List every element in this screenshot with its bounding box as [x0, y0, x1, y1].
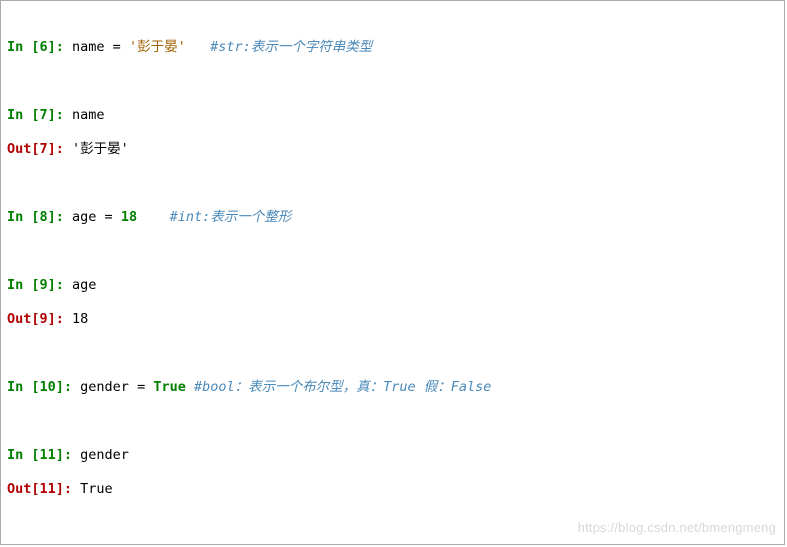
out-value: '彭于晏': [72, 141, 129, 157]
in-prompt: In [8]:: [7, 209, 72, 225]
in-prompt: In [11]:: [7, 447, 80, 463]
blank-line: [7, 243, 778, 260]
ipython-terminal[interactable]: In [6]: name = '彭于晏' #str:表示一个字符串类型 In […: [0, 0, 785, 545]
string-literal: '彭于晏': [129, 39, 186, 55]
out-line-9: Out[9]: 18: [7, 311, 778, 328]
watermark-text: https://blog.csdn.net/bmengmeng: [578, 519, 776, 536]
code: age: [72, 277, 96, 293]
code: name: [72, 107, 105, 123]
in-line-11: In [11]: gender: [7, 447, 778, 464]
bool-literal: True: [153, 379, 186, 395]
out-value: 18: [72, 311, 88, 327]
in-prompt: In [10]:: [7, 379, 80, 395]
blank-line: [7, 175, 778, 192]
code: gender =: [80, 379, 153, 395]
in-line-8: In [8]: age = 18 #int:表示一个整形: [7, 209, 778, 226]
in-prompt: In [7]:: [7, 107, 72, 123]
code: gender: [80, 447, 129, 463]
blank-line: [7, 413, 778, 430]
out-line-7: Out[7]: '彭于晏': [7, 141, 778, 158]
blank-line: [7, 345, 778, 362]
out-line-11: Out[11]: True: [7, 481, 778, 498]
out-prompt: Out[7]:: [7, 141, 72, 157]
out-value: True: [80, 481, 113, 497]
code: age =: [72, 209, 121, 225]
in-line-10: In [10]: gender = True #bool：表示一个布尔型，真：T…: [7, 379, 778, 396]
in-prompt: In [9]:: [7, 277, 72, 293]
comment: #str:表示一个字符串类型: [210, 39, 372, 55]
out-prompt: Out[11]:: [7, 481, 80, 497]
code: name =: [72, 39, 129, 55]
int-literal: 18: [121, 209, 137, 225]
in-prompt: In [6]:: [7, 39, 72, 55]
in-line-6: In [6]: name = '彭于晏' #str:表示一个字符串类型: [7, 39, 778, 56]
in-line-9: In [9]: age: [7, 277, 778, 294]
comment: #bool：表示一个布尔型，真：True 假：False: [194, 379, 491, 395]
comment: #int:表示一个整形: [170, 209, 292, 225]
blank-line: [7, 73, 778, 90]
in-line-7: In [7]: name: [7, 107, 778, 124]
out-prompt: Out[9]:: [7, 311, 72, 327]
